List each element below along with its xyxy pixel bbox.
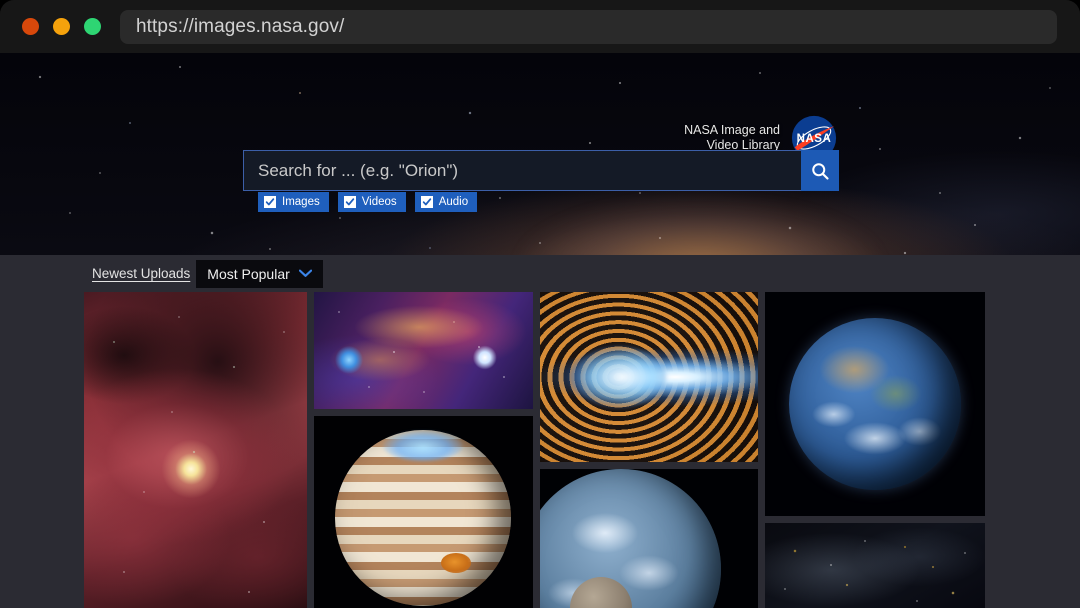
grid-column-2	[313, 292, 533, 608]
earth-full-disk-globe	[789, 318, 961, 490]
sort-bar: Newest Uploads Most Popular	[0, 255, 1080, 292]
hero-banner: NASA Image and Video Library NASA Search…	[0, 53, 1080, 255]
window-controls	[22, 18, 101, 35]
search-input[interactable]	[243, 150, 801, 191]
search-icon	[812, 162, 829, 180]
jupiter-aurora-glow	[383, 431, 464, 462]
address-bar[interactable]: https://images.nasa.gov/	[120, 10, 1057, 44]
search-bar	[243, 150, 839, 191]
sort-dropdown[interactable]: Most Popular	[196, 259, 323, 288]
media-type-filters: Images Videos Audio	[258, 192, 478, 212]
filter-images-label: Images	[282, 196, 320, 208]
grid-item-earth-full-disk[interactable]	[765, 292, 985, 516]
search-submit-button[interactable]	[801, 150, 839, 191]
filter-videos[interactable]: Videos	[337, 192, 406, 212]
filter-audio[interactable]: Audio	[414, 192, 478, 212]
browser-window: https://images.nasa.gov/ NASA Image and …	[0, 0, 1080, 608]
sort-dropdown-value: Most Popular	[207, 265, 290, 282]
filter-audio-label: Audio	[438, 196, 469, 208]
grid-item-black-hole-jet[interactable]	[539, 292, 758, 462]
grid-item-star-field[interactable]	[765, 523, 985, 608]
grid-item-galactic-center[interactable]	[313, 292, 533, 409]
newest-uploads-link[interactable]: Newest Uploads	[92, 266, 190, 281]
earth-disk	[539, 469, 721, 608]
minimize-button[interactable]	[53, 18, 70, 35]
maximize-button[interactable]	[84, 18, 101, 35]
grid-column-4	[765, 292, 985, 608]
black-hole-jet-core	[570, 346, 667, 408]
svg-text:NASA: NASA	[797, 133, 832, 145]
url-text: https://images.nasa.gov/	[136, 16, 345, 37]
chevron-down-icon	[298, 269, 312, 277]
filter-videos-label: Videos	[361, 196, 397, 208]
checkbox-checked-icon[interactable]	[264, 196, 276, 208]
checkbox-checked-icon[interactable]	[343, 196, 356, 208]
checkbox-checked-icon[interactable]	[420, 196, 433, 208]
filter-images[interactable]: Images	[258, 192, 329, 212]
page-viewport: NASA Image and Video Library NASA Search…	[0, 53, 1080, 608]
grid-item-orion-nebula[interactable]	[84, 292, 307, 608]
image-grid	[84, 292, 985, 608]
browser-chrome: https://images.nasa.gov/	[0, 0, 1080, 53]
close-button[interactable]	[22, 18, 39, 35]
grid-item-jupiter-aurora[interactable]	[313, 416, 533, 608]
grid-column-1	[84, 292, 307, 608]
great-red-spot	[441, 552, 472, 573]
brand-title: NASA Image and Video Library	[684, 123, 780, 152]
grid-column-3	[539, 292, 758, 608]
grid-item-earth-with-moon[interactable]	[539, 469, 758, 608]
